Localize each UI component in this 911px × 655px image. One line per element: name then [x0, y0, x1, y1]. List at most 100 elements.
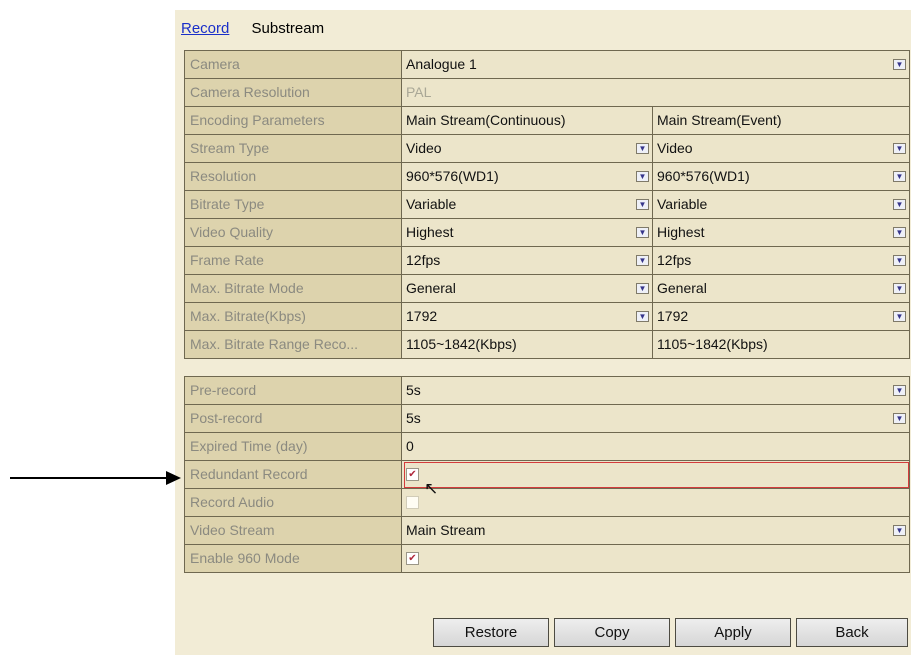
row-max-bitrate-range-reco: Max. Bitrate Range Reco... 1105~1842(Kbps… — [185, 331, 909, 358]
restore-button[interactable]: Restore — [433, 618, 549, 647]
row-enable-960-mode: Enable 960 Mode ✔ — [185, 545, 909, 572]
back-button[interactable]: Back — [796, 618, 908, 647]
value-text: Video — [406, 140, 442, 156]
row-max-bitrate-kbps: Max. Bitrate(Kbps) 1792 ▼ 1792 ▼ — [185, 303, 909, 331]
main-stream-continuous-value[interactable]: 12fps ▼ — [402, 247, 653, 274]
chevron-down-icon[interactable]: ▼ — [636, 255, 649, 266]
main-stream-event-value[interactable]: Video ▼ — [653, 135, 909, 162]
main-stream-event-value[interactable]: Variable ▼ — [653, 191, 909, 218]
expired-time-day-value: 0 — [402, 433, 909, 460]
main-stream-continuous-value: Main Stream(Continuous) — [402, 107, 653, 134]
row-camera-resolution: Camera Resolution PAL — [185, 79, 909, 107]
chevron-down-icon[interactable]: ▼ — [893, 227, 906, 238]
row-label: Camera — [185, 51, 402, 78]
value-text: 960*576(WD1) — [657, 168, 750, 184]
camera-select[interactable]: Analogue 1 ▼ — [402, 51, 909, 78]
chevron-down-icon[interactable]: ▼ — [636, 283, 649, 294]
value-text: Main Stream — [406, 522, 486, 538]
chevron-down-icon[interactable]: ▼ — [636, 143, 649, 154]
pre-record-select[interactable]: 5s ▼ — [402, 377, 909, 404]
chevron-down-icon[interactable]: ▼ — [893, 59, 906, 70]
video-stream-select[interactable]: Main Stream ▼ — [402, 517, 909, 544]
value-text: 1105~1842(Kbps) — [657, 336, 768, 352]
redundant-record-checkbox[interactable]: ✔ — [406, 467, 419, 481]
row-resolution: Resolution 960*576(WD1) ▼ 960*576(WD1) ▼ — [185, 163, 909, 191]
row-label: Resolution — [185, 163, 402, 190]
encoding-settings-table: Camera Analogue 1 ▼ Camera Resolution PAL Enc… — [184, 50, 910, 359]
value-text: 5s — [406, 410, 421, 426]
value-text: 12fps — [657, 252, 692, 268]
chevron-down-icon[interactable]: ▼ — [893, 143, 906, 154]
mouse-cursor-icon: ↖ — [424, 479, 439, 498]
main-stream-continuous-value[interactable]: Video ▼ — [402, 135, 653, 162]
chevron-down-icon[interactable]: ▼ — [893, 171, 906, 182]
main-stream-event-value[interactable]: 960*576(WD1) ▼ — [653, 163, 909, 190]
chevron-down-icon[interactable]: ▼ — [893, 283, 906, 294]
apply-button[interactable]: Apply — [675, 618, 791, 647]
value-text: Video — [657, 140, 693, 156]
tab-record[interactable]: Record — [181, 20, 229, 37]
chevron-down-icon[interactable]: ▼ — [636, 199, 649, 210]
record-audio-checkbox[interactable] — [406, 495, 419, 509]
main-stream-event-value[interactable]: Highest ▼ — [653, 219, 909, 246]
value-text: PAL — [406, 84, 432, 100]
chevron-down-icon[interactable]: ▼ — [893, 413, 906, 424]
value-text: 1105~1842(Kbps) — [406, 336, 517, 352]
main-stream-continuous-value[interactable]: Highest ▼ — [402, 219, 653, 246]
row-label: Camera Resolution — [185, 79, 402, 106]
chevron-down-icon[interactable]: ▼ — [636, 311, 649, 322]
row-label: Video Stream — [185, 517, 402, 544]
value-text: Analogue 1 — [406, 56, 477, 72]
chevron-down-icon[interactable]: ▼ — [636, 227, 649, 238]
main-stream-event-value: 1105~1842(Kbps) — [653, 331, 909, 358]
chevron-down-icon[interactable]: ▼ — [893, 525, 906, 536]
redundant-record-checkbox-cell: ✔ — [402, 461, 909, 488]
row-label: Max. Bitrate Mode — [185, 275, 402, 302]
row-label: Post-record — [185, 405, 402, 432]
main-stream-continuous-value[interactable]: General ▼ — [402, 275, 653, 302]
value-text: Highest — [406, 224, 454, 240]
main-stream-event-value[interactable]: 1792 ▼ — [653, 303, 909, 330]
value-text: 960*576(WD1) — [406, 168, 499, 184]
row-record-audio: Record Audio — [185, 489, 909, 517]
tab-bar: Record Substream — [181, 20, 342, 40]
main-stream-event-value: Main Stream(Event) — [653, 107, 909, 134]
main-stream-event-value[interactable]: General ▼ — [653, 275, 909, 302]
row-redundant-record: Redundant Record ✔ — [185, 461, 909, 489]
arrow-line — [10, 477, 173, 479]
row-label: Redundant Record — [185, 461, 402, 488]
row-post-record: Post-record 5s ▼ — [185, 405, 909, 433]
row-video-stream: Video Stream Main Stream ▼ — [185, 517, 909, 545]
row-encoding-parameters: Encoding Parameters Main Stream(Continuou… — [185, 107, 909, 135]
post-record-select[interactable]: 5s ▼ — [402, 405, 909, 432]
main-stream-continuous-value[interactable]: Variable ▼ — [402, 191, 653, 218]
value-text: Highest — [657, 224, 705, 240]
main-stream-event-value[interactable]: 12fps ▼ — [653, 247, 909, 274]
value-text: General — [406, 280, 456, 296]
value-text: 12fps — [406, 252, 441, 268]
row-label: Bitrate Type — [185, 191, 402, 218]
chevron-down-icon[interactable]: ▼ — [893, 311, 906, 322]
row-video-quality: Video Quality Highest ▼ Highest ▼ — [185, 219, 909, 247]
main-stream-continuous-value[interactable]: 960*576(WD1) ▼ — [402, 163, 653, 190]
value-text: 1792 — [406, 308, 438, 324]
copy-button[interactable]: Copy — [554, 618, 670, 647]
value-text: Variable — [657, 196, 708, 212]
chevron-down-icon[interactable]: ▼ — [893, 385, 906, 396]
value-text: 0 — [406, 438, 414, 454]
chevron-down-icon[interactable]: ▼ — [893, 255, 906, 266]
main-stream-continuous-value[interactable]: 1792 ▼ — [402, 303, 653, 330]
row-label: Record Audio — [185, 489, 402, 516]
chevron-down-icon[interactable]: ▼ — [636, 171, 649, 182]
row-label: Enable 960 Mode — [185, 545, 402, 572]
value-text: General — [657, 280, 707, 296]
chevron-down-icon[interactable]: ▼ — [893, 199, 906, 210]
row-label: Pre-record — [185, 377, 402, 404]
camera-resolution-value: PAL — [402, 79, 909, 106]
value-text: Variable — [406, 196, 457, 212]
checkmark-icon: ✔ — [408, 468, 417, 480]
enable-960-mode-checkbox[interactable]: ✔ — [406, 551, 419, 565]
checkmark-icon: ✔ — [408, 552, 417, 564]
tab-substream[interactable]: Substream — [252, 20, 325, 37]
row-label: Max. Bitrate Range Reco... — [185, 331, 402, 358]
